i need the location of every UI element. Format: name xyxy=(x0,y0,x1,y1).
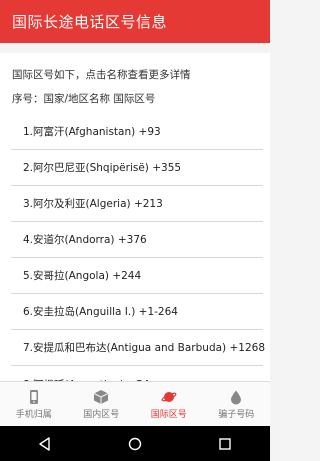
box-icon xyxy=(94,389,109,404)
list-item-anguilla[interactable]: 6.安圭拉岛(Anguilla I.) +1-264 xyxy=(11,294,263,330)
intro-text: 国际区号如下，点击名称查看更多详情 xyxy=(12,69,191,81)
bottom-tab-bar: 手机归属 国内区号 国际区号 骗子号码 xyxy=(0,381,270,426)
tab-label: 骗子号码 xyxy=(218,409,255,420)
list-item-afghanistan[interactable]: 1.阿富汗(Afghanistan) +93 xyxy=(11,114,263,150)
app-header: 国际长途电话区号信息 xyxy=(0,0,270,43)
list-item-argentina[interactable]: 8.阿根廷(Argentina) +54 xyxy=(11,366,263,382)
list-item-albania[interactable]: 2.阿尔巴尼亚(Shqipërisë) +355 xyxy=(11,150,263,186)
tab-label: 国际区号 xyxy=(150,409,187,420)
list-item-algeria[interactable]: 3.阿尔及利亚(Algeria) +213 xyxy=(11,186,263,222)
drop-icon xyxy=(231,390,242,404)
tab-international-code[interactable]: 国际区号 xyxy=(135,382,203,426)
tab-label: 手机归属 xyxy=(15,409,52,420)
page-title: 国际长途电话区号信息 xyxy=(12,13,168,31)
recents-icon[interactable] xyxy=(217,436,233,452)
tab-domestic-code[interactable]: 国内区号 xyxy=(68,382,136,426)
tab-phone-location[interactable]: 手机归属 xyxy=(0,382,68,426)
country-list: 1.阿富汗(Afghanistan) +93 2.阿尔巴尼亚(Shqipëris… xyxy=(11,114,265,382)
list-item-antigua-barbuda[interactable]: 7.安提瓜和巴布达(Antigua and Barbuda) +1268 xyxy=(11,330,265,366)
list-item-andorra[interactable]: 4.安道尔(Andorra) +376 xyxy=(11,222,263,258)
tab-label: 国内区号 xyxy=(83,409,120,420)
back-icon[interactable] xyxy=(37,436,53,452)
planet-icon xyxy=(161,391,177,402)
list-item-angola[interactable]: 5.安哥拉(Angola) +244 xyxy=(11,258,263,294)
tab-scam-numbers[interactable]: 骗子号码 xyxy=(203,382,271,426)
list-legend: 序号：国家/地区名称 国际区号 xyxy=(12,93,156,105)
system-nav-bar xyxy=(0,426,270,461)
phone-icon xyxy=(29,389,38,404)
content-panel: 国际区号如下，点击名称查看更多详情 序号：国家/地区名称 国际区号 1.阿富汗(… xyxy=(0,53,270,381)
home-icon[interactable] xyxy=(127,436,143,452)
